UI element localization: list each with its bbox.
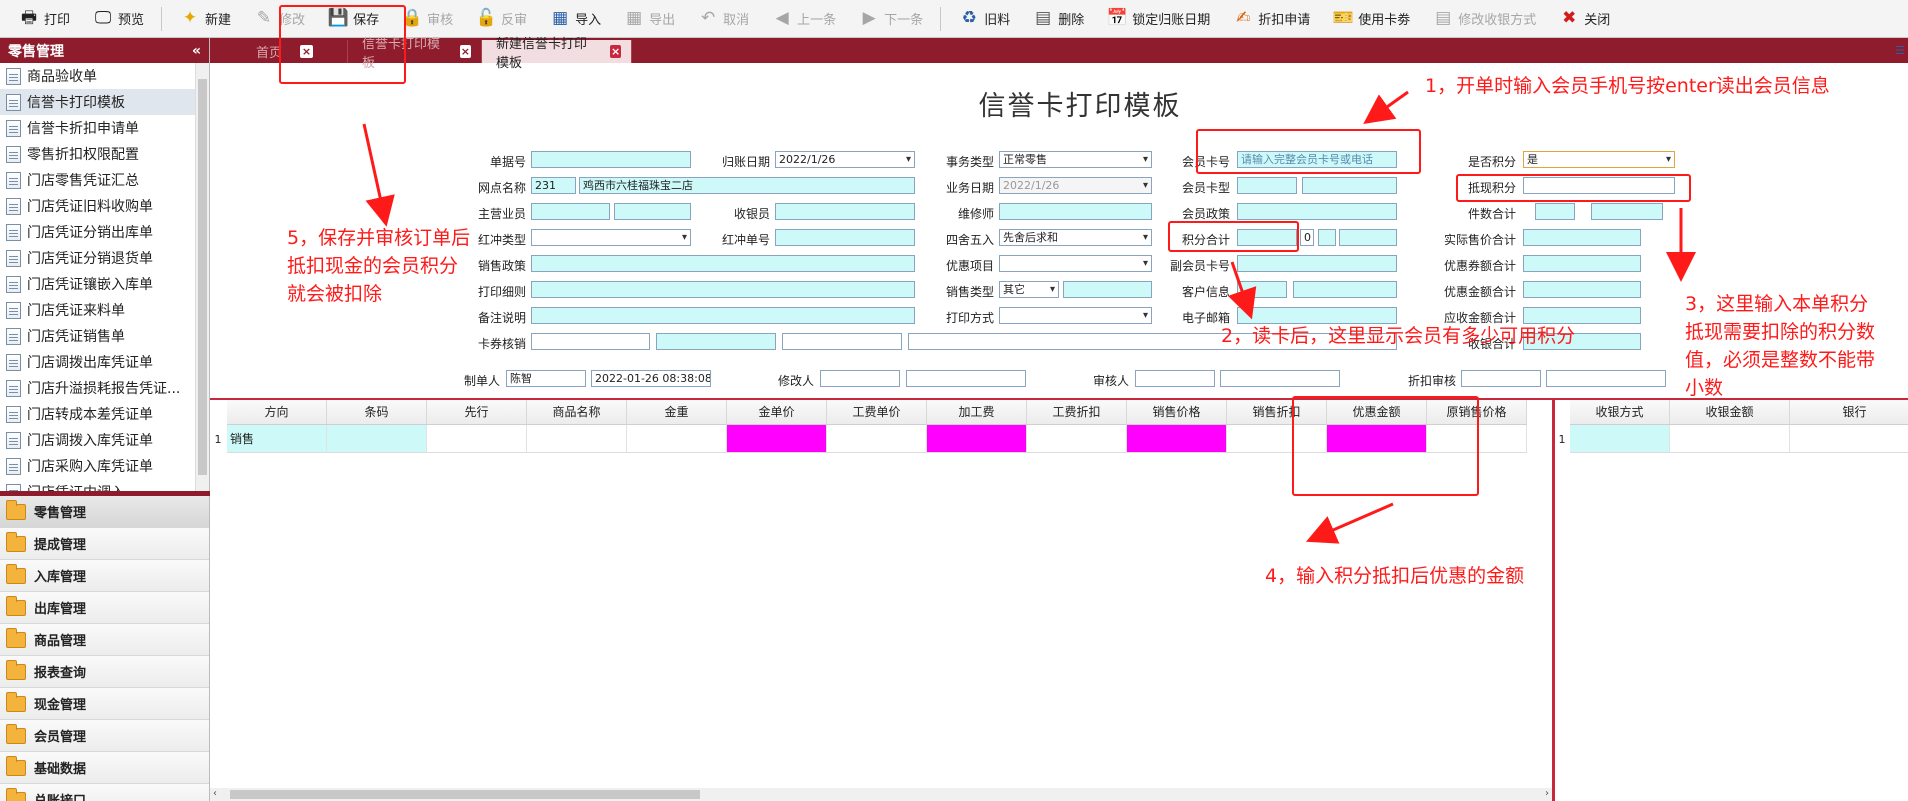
annotation-arrows [362,90,1696,544]
arrow-2 [1227,261,1257,320]
arrow-4 [1305,502,1394,544]
arrow-5 [362,123,395,227]
arrow-1 [1363,90,1409,124]
